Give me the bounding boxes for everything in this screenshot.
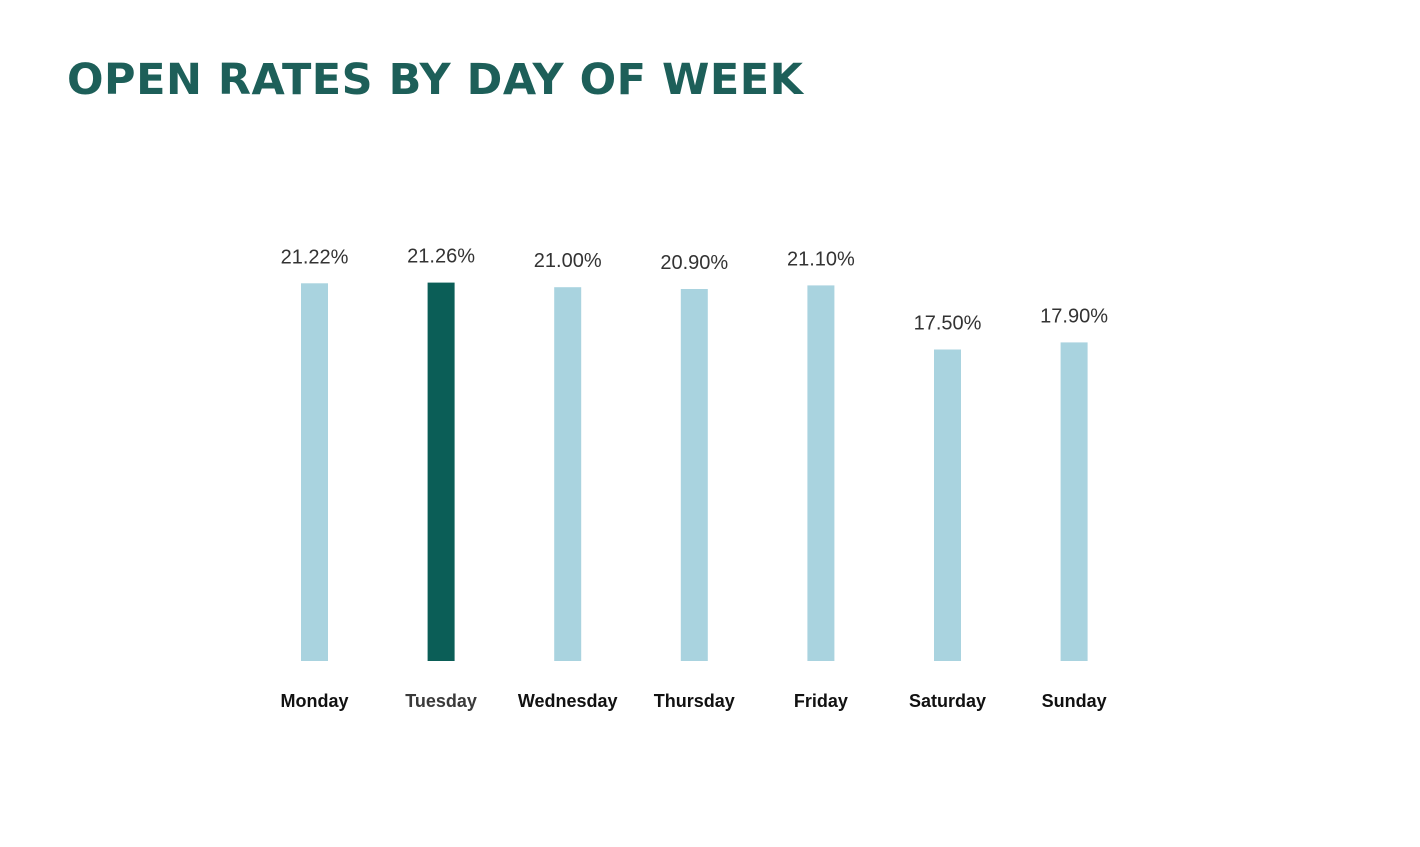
value-label-tuesday: 21.26% xyxy=(407,246,475,268)
category-label-friday: Friday xyxy=(794,691,848,711)
bar-thursday xyxy=(680,289,708,661)
value-label-thursday: 20.90% xyxy=(660,252,728,274)
category-label-saturday: Saturday xyxy=(909,691,986,711)
bar-monday xyxy=(301,283,328,661)
value-label-saturday: 17.50% xyxy=(914,313,982,335)
value-label-sunday: 17.90% xyxy=(1040,305,1108,327)
bar-friday xyxy=(807,285,835,661)
bar-chart: 21.22% Monday 21.26% Tuesday 21.00% Wednesday… xyxy=(280,246,1108,711)
bar-sunday xyxy=(1060,342,1088,661)
category-label-tuesday: Tuesday xyxy=(405,691,477,711)
value-label-wednesday: 21.00% xyxy=(534,250,602,272)
category-label-thursday: Thursday xyxy=(654,691,735,711)
category-label-sunday: Sunday xyxy=(1042,691,1107,711)
bar-wednesday xyxy=(554,287,582,661)
category-label-monday: Monday xyxy=(280,691,348,711)
category-label-wednesday: Wednesday xyxy=(518,691,618,711)
bar-saturday xyxy=(934,349,961,661)
value-label-monday: 21.22% xyxy=(281,246,349,268)
value-label-friday: 21.10% xyxy=(787,248,855,270)
bar-tuesday xyxy=(427,282,455,661)
